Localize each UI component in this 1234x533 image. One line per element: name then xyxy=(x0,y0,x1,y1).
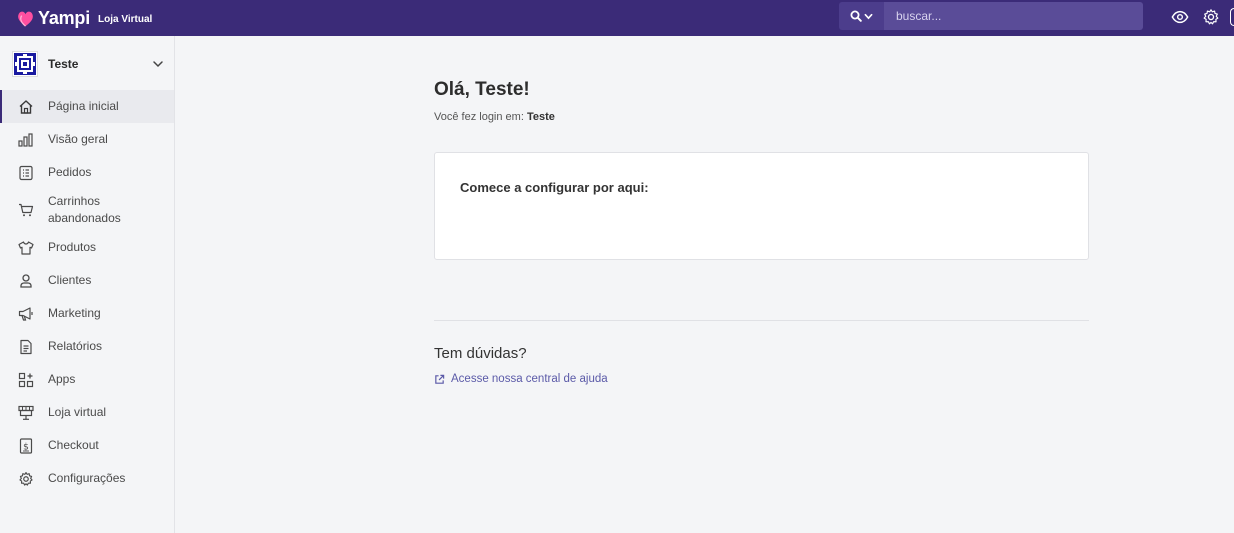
sidebar-item-label: Marketing xyxy=(48,306,101,320)
store-logo-icon xyxy=(14,52,36,75)
sidebar-item-pagina-inicial[interactable]: Página inicial xyxy=(0,90,174,123)
search-type-button[interactable] xyxy=(839,2,884,30)
search-icon xyxy=(850,10,862,22)
sidebar: Teste Página inicial Visão geral Pedidos… xyxy=(0,36,175,533)
sidebar-item-label: Checkout xyxy=(48,438,99,452)
setup-card: Comece a configurar por aqui: xyxy=(434,152,1089,260)
sidebar-item-label: Página inicial xyxy=(48,99,119,113)
sidebar-item-loja-virtual[interactable]: Loja virtual xyxy=(0,396,174,429)
list-icon xyxy=(19,165,33,180)
section-divider xyxy=(434,320,1089,321)
user-icon xyxy=(20,273,32,288)
setup-card-title: Comece a configurar por aqui: xyxy=(460,180,649,195)
sidebar-item-relatorios[interactable]: Relatórios xyxy=(0,330,174,363)
external-link-icon xyxy=(435,374,445,384)
sidebar-item-label: Produtos xyxy=(48,240,97,254)
store-avatar xyxy=(12,50,38,77)
bar-chart-icon xyxy=(18,132,33,147)
sidebar-item-checkout[interactable]: $ Checkout xyxy=(0,429,174,462)
yampi-logo-icon xyxy=(18,11,33,27)
sidebar-nav: Página inicial Visão geral Pedidos Carri… xyxy=(0,90,174,495)
sidebar-item-configuracoes[interactable]: Configurações xyxy=(0,462,174,495)
document-icon xyxy=(20,339,32,354)
sidebar-item-carrinhos-abandonados[interactable]: Carrinhos abandonados xyxy=(0,189,174,231)
sidebar-item-label: Apps xyxy=(48,372,76,386)
store-name: Teste xyxy=(48,56,79,71)
checkout-icon: $ xyxy=(19,437,33,454)
page-title: Olá, Teste! xyxy=(434,79,530,100)
brand-name: Yampi xyxy=(38,7,91,28)
store-switcher[interactable]: Teste xyxy=(12,50,170,77)
sidebar-item-label: Relatórios xyxy=(48,339,103,353)
storefront-icon xyxy=(18,405,34,420)
search-input[interactable] xyxy=(884,2,1143,30)
eye-icon[interactable] xyxy=(1171,8,1189,26)
partial-icon[interactable] xyxy=(1230,8,1234,26)
chevron-down-icon xyxy=(153,61,163,68)
sidebar-item-label: Clientes xyxy=(48,273,92,287)
sidebar-item-clientes[interactable]: Clientes xyxy=(0,264,174,297)
gear-icon xyxy=(19,471,33,486)
megaphone-icon xyxy=(18,306,33,321)
apps-icon xyxy=(18,372,34,387)
brand-subtitle: Loja Virtual xyxy=(98,14,153,25)
sidebar-item-marketing[interactable]: Marketing xyxy=(0,297,174,330)
sidebar-item-label: Carrinhos abandonados xyxy=(48,194,121,225)
sidebar-item-label: Configurações xyxy=(48,471,126,485)
cart-icon xyxy=(19,203,34,217)
top-bar: Yampi Loja Virtual xyxy=(0,0,1234,36)
help-center-link[interactable]: Acesse nossa central de ajuda xyxy=(434,373,608,385)
help-link-text: Acesse nossa central de ajuda xyxy=(451,373,608,385)
sidebar-item-apps[interactable]: Apps xyxy=(0,363,174,396)
help-title: Tem dúvidas? xyxy=(434,345,527,362)
sidebar-item-pedidos[interactable]: Pedidos xyxy=(0,156,174,189)
gear-icon[interactable] xyxy=(1202,8,1220,26)
brand-logo[interactable]: Yampi Loja Virtual xyxy=(16,8,152,29)
sidebar-item-label: Pedidos xyxy=(48,165,92,179)
sidebar-item-label: Loja virtual xyxy=(48,405,107,419)
home-icon xyxy=(19,99,33,114)
login-prefix: Você fez login em: xyxy=(434,111,524,123)
search-bar xyxy=(839,2,1143,30)
login-store-name: Teste xyxy=(526,111,555,123)
sidebar-item-label: Visão geral xyxy=(48,132,108,146)
sidebar-item-produtos[interactable]: Produtos xyxy=(0,231,174,264)
chevron-down-icon xyxy=(864,13,873,19)
sidebar-item-visao-geral[interactable]: Visão geral xyxy=(0,123,174,156)
shirt-icon xyxy=(18,240,34,255)
login-info: Você fez login em: Teste xyxy=(434,111,555,123)
